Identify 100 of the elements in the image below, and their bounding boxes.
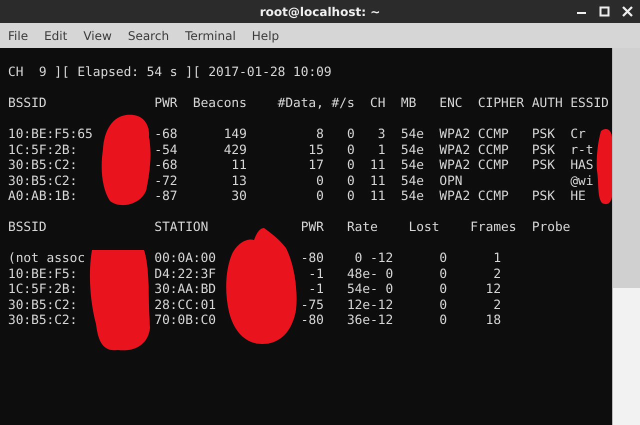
close-icon[interactable] [621,5,634,18]
table-cell-text: (not assoc [8,251,86,266]
table-cell: r-t [570,142,594,158]
table-cell-text: 429 [222,142,247,158]
table-cell-text: PSK [532,142,556,158]
column-header: Probe [530,220,570,236]
column-header: Lost [408,220,440,236]
table-cell-text: 0 [438,298,448,313]
table-cell-text: A0:AB:1B: [8,189,78,204]
table-cell-text: 18 [484,313,502,328]
column-header: Frames [469,220,516,236]
scrollbar-thumb[interactable] [613,48,640,288]
table-cell: -72 [154,174,178,189]
table-cell-text: 70:0B:C0 [154,313,218,328]
table-cell-text: PSK [532,158,556,174]
table-cell-text: 15 [307,142,324,158]
table-cell-text: WPA2 [439,127,472,142]
column-header: PWR [300,220,324,236]
menu-item[interactable]: Terminal [185,28,242,42]
table-cell-text: 10:BE:F5:65 [8,127,94,142]
table-cell-text: 0 [346,142,355,158]
column-header: #/s [330,96,355,112]
table-cell-text: 28:CC:01 [154,298,218,313]
table-cell-text: 17 [307,158,324,174]
table-cell-text: 30:B5:C2: [8,174,78,189]
table-cell-text: 30:B5:C2: [8,313,78,328]
table-cell: -68 [154,127,178,142]
table-cell-text: WPA2 [439,189,472,204]
table-cell-text: OPN [439,174,464,189]
table-cell: @wi [570,174,594,189]
table-cell-text: 11 [369,189,386,204]
column-header: ESSID [570,96,609,112]
column-header: #Data, [276,96,324,112]
table-cell-text: 30:B5:C2: [8,158,78,174]
column-header: Rate [346,220,379,236]
menu-item[interactable]: Help [252,28,286,42]
table-cell-text: 0 [315,174,324,189]
table-cell-text: -1 [307,282,324,298]
table-cell-text: 0 -12 [354,251,394,266]
table-cell-text: 30 [230,189,247,204]
column-header: PWR [154,96,178,112]
table-cell-text: 30:AA:BD [154,282,218,298]
table-cell: -75 [300,298,324,313]
table-cell-text: 11 [369,158,386,174]
table-cell-text: 1C:5F:2B: [8,142,78,158]
table-cell-text: 2 [492,266,502,282]
table-cell-text: 10:BE:F5: [8,266,78,282]
table-cell-text: 1C:5F:2B: [8,282,78,298]
table-cell-text: 36e-12 [346,313,394,328]
menu-item[interactable]: File [8,28,34,42]
table-cell-text: 54e [400,158,425,174]
status-line: CH 9 ][ Elapsed: 54 s ][ 2017-01-28 10:09 [8,65,332,80]
column-header: BSSID [8,96,48,112]
menu-item[interactable]: Edit [44,28,74,42]
table-cell: -54 [154,142,178,158]
table-cell-text: 1 [376,142,386,158]
table-cell-text: 0 [438,282,448,298]
column-header: Beacons [192,96,247,112]
table-cell-text: 0 [438,266,448,282]
table-cell-text: 0 [438,313,448,328]
column-header: CH [369,96,386,112]
column-header: STATION [154,220,210,236]
table-cell-text: 54e- 0 [346,282,394,298]
table-cell: HE [570,189,586,204]
table-cell-text: CCMP [478,142,510,158]
table-cell-text: 13 [230,174,247,189]
table-cell-text: PSK [532,127,556,142]
maximize-icon[interactable] [598,5,611,18]
window-title: root@localhost: ~ [260,4,380,18]
column-header: ENC [439,96,464,112]
table-cell-text: CCMP [478,158,510,174]
table-cell-text: 3 [376,127,386,142]
table-cell-text: 8 [315,127,324,142]
menu-item[interactable]: View [83,28,118,42]
table-cell-text: CCMP [478,127,510,142]
table-cell: -80 [300,313,324,328]
table-cell-text: 54e [400,142,425,158]
column-header: MB [400,96,418,112]
table-cell-text: 11 [230,158,247,174]
table-cell-text: 12e-12 [346,298,394,313]
table-cell-text: 0 [438,251,448,266]
table-cell-text: -1 [307,266,324,282]
table-cell: -80 [300,251,324,266]
table-cell-text: WPA2 [439,142,472,158]
table-cell-text: PSK [532,189,556,204]
table-cell-text: 0 [346,158,355,174]
table-cell-text: 00:0A:00 [154,251,218,266]
menu-item[interactable]: Search [128,28,176,42]
table-cell-text: 0 [346,127,355,142]
table-cell-text: 149 [222,127,247,142]
table-cell-text: 0 [346,189,355,204]
table-cell: Cr [570,127,586,142]
column-header: BSSID [8,220,48,236]
table-cell: -68 [154,158,178,174]
table-cell-text: 2 [492,298,502,313]
column-header: CIPHER [478,96,526,112]
table-cell-text: 54e [400,174,425,189]
table-cell-text: 12 [484,282,502,298]
table-cell-text: 30:B5:C2: [8,298,78,313]
table-cell-text: 1 [492,251,502,266]
